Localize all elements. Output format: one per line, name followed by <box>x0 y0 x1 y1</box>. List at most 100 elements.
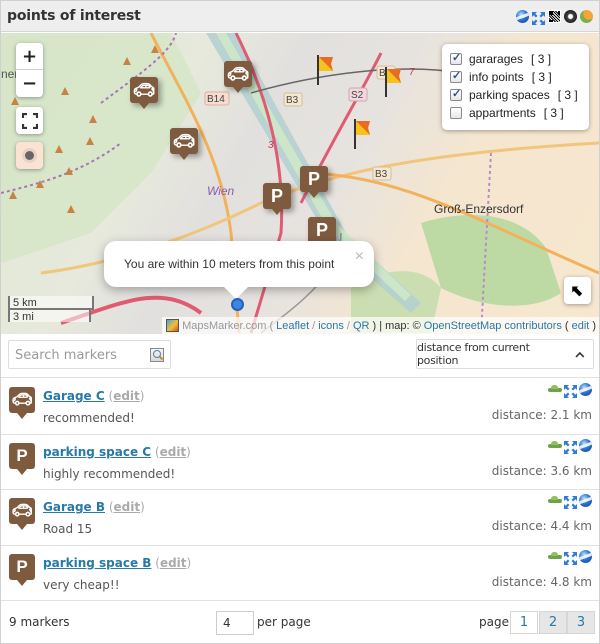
directions-icon[interactable] <box>548 551 562 561</box>
map-marker-garage[interactable]: 🚗︎ <box>170 128 198 160</box>
list-footer: 9 markers 4 per page page 1 2 3 <box>1 601 599 643</box>
layer-garages[interactable]: gararages[ 3 ] <box>450 50 581 68</box>
google-earth-icon[interactable] <box>516 9 529 23</box>
fullscreen-icon[interactable] <box>532 10 545 25</box>
marker-list: 🚗︎ Garage C (edit) recommended! distance… <box>1 379 599 601</box>
poi-widget: points of interest B14 B3 S2 B3 7 3 ner … <box>0 0 600 644</box>
fullscreen-icon[interactable] <box>564 383 577 398</box>
marker-description: recommended! <box>43 411 135 425</box>
map-marker-garage[interactable]: 🚗︎ <box>224 61 252 93</box>
google-earth-icon[interactable] <box>579 549 592 563</box>
directions-icon[interactable] <box>548 440 562 450</box>
reset-view-button[interactable]: ⬉ <box>564 277 591 304</box>
map-marker-parking[interactable]: P <box>263 183 291 215</box>
map-marker-info-flag[interactable] <box>384 67 404 97</box>
marker-name-link[interactable]: Garage C <box>43 389 105 403</box>
map-marker-garage[interactable]: 🚗︎ <box>130 77 158 109</box>
layer-parking-spaces[interactable]: parking spaces[ 3 ] <box>450 86 581 104</box>
list-item: P parking space C (edit) highly recommen… <box>1 435 599 490</box>
edit-link[interactable]: edit <box>114 500 141 514</box>
sort-label: distance from current position <box>417 341 530 367</box>
search-row: Search markers distance from current pos… <box>1 334 599 378</box>
svg-text:7: 7 <box>409 67 415 78</box>
google-earth-icon[interactable] <box>579 494 592 507</box>
icons-link[interactable]: icons <box>318 320 344 332</box>
layer-info-points[interactable]: info points[ 3 ] <box>450 68 581 86</box>
city-label: Wien <box>207 184 235 198</box>
page-label: page <box>479 615 509 629</box>
locate-button[interactable] <box>16 142 43 169</box>
map-marker-parking[interactable]: P <box>300 166 328 198</box>
mapsmarker-logo-icon <box>166 319 180 332</box>
layer-appartments[interactable]: appartments[ 3 ] <box>450 104 581 122</box>
fullscreen-icon[interactable] <box>564 494 577 509</box>
marker-description: highly recommended! <box>43 466 176 481</box>
qr-link[interactable]: QR <box>353 320 370 332</box>
search-icon[interactable] <box>150 348 164 362</box>
parking-marker-icon: P <box>9 442 35 475</box>
map-marker-info-flag[interactable] <box>316 55 336 85</box>
layer-checkbox[interactable] <box>450 107 462 119</box>
town-label: Groß-Enzersdorf <box>434 202 524 216</box>
page-button-1[interactable]: 1 <box>510 611 538 634</box>
layer-checkbox[interactable] <box>450 87 462 101</box>
marker-name-link[interactable]: parking space C <box>43 445 151 459</box>
page-button-3[interactable]: 3 <box>567 611 595 634</box>
car-icon: 🚗︎ <box>172 130 196 151</box>
leaflet-link[interactable]: Leaflet <box>276 320 309 332</box>
map[interactable]: B14 B3 B8 S2 B3 7 3 ner Wien Groß-Enzers… <box>1 33 599 334</box>
current-location-dot[interactable] <box>231 298 244 311</box>
svg-text:S2: S2 <box>351 90 364 101</box>
sort-select[interactable]: distance from current position <box>416 339 594 369</box>
mapsmarker-link[interactable]: MapsMarker.com <box>182 320 266 332</box>
map-marker-info-flag[interactable] <box>353 119 373 149</box>
edit-link[interactable]: edit <box>160 556 187 570</box>
title-bar: points of interest <box>1 1 599 32</box>
fullscreen-icon[interactable] <box>564 550 577 565</box>
marker-name-link[interactable]: Garage B <box>43 500 105 514</box>
marker-description: Road 15 <box>43 522 93 536</box>
zoom-out-button[interactable]: − <box>16 70 43 97</box>
wikitude-icon[interactable] <box>564 9 577 23</box>
locate-icon <box>25 151 34 160</box>
rss-icon[interactable] <box>580 9 593 23</box>
marker-name-link[interactable]: parking space B <box>43 556 151 570</box>
zoom-control: + − <box>16 43 43 97</box>
fullscreen-icon[interactable] <box>564 439 577 454</box>
layer-checkbox[interactable] <box>450 51 462 65</box>
fullscreen-icon <box>21 112 38 129</box>
osm-edit-link[interactable]: edit <box>572 320 590 332</box>
edit-link[interactable]: edit <box>113 389 140 403</box>
road-label: B14 <box>207 94 225 105</box>
osm-link[interactable]: OpenStreetMap contributors <box>424 320 562 332</box>
per-page-input[interactable]: 4 <box>216 611 254 635</box>
marker-description: very cheap!! <box>43 577 120 592</box>
list-item: 🚗︎ Garage B (edit) Road 15 distance: 4.4… <box>1 490 599 546</box>
google-earth-icon[interactable] <box>579 438 592 452</box>
map-marker-parking[interactable]: P <box>308 217 336 249</box>
popup-text: You are within 10 meters from this point <box>124 257 335 271</box>
svg-text:3: 3 <box>268 140 274 151</box>
widget-title: points of interest <box>7 8 141 24</box>
garage-marker-icon: 🚗︎ <box>9 498 35 530</box>
page-button-2[interactable]: 2 <box>539 611 567 634</box>
marker-distance: distance: 3.6 km <box>491 463 592 478</box>
layer-checkbox[interactable] <box>450 69 462 83</box>
edit-link[interactable]: edit <box>160 445 187 459</box>
qr-code-icon[interactable] <box>548 9 561 23</box>
directions-icon[interactable] <box>548 385 562 394</box>
scale-mi: 3 mi <box>8 308 91 323</box>
location-popup: You are within 10 meters from this point… <box>104 241 374 299</box>
zoom-in-button[interactable]: + <box>16 43 43 70</box>
svg-text:B3: B3 <box>375 169 388 180</box>
marker-distance: distance: 2.1 km <box>491 408 592 422</box>
marker-distance: distance: 4.4 km <box>491 519 592 533</box>
garage-marker-icon: 🚗︎ <box>9 387 35 419</box>
map-fullscreen-button[interactable] <box>16 107 43 134</box>
google-earth-icon[interactable] <box>579 383 592 396</box>
layer-control: gararages[ 3 ] info points[ 3 ] parking … <box>442 44 589 130</box>
directions-icon[interactable] <box>548 496 562 505</box>
per-page-label: per page <box>257 615 311 629</box>
search-input[interactable]: Search markers <box>8 340 171 369</box>
popup-close-button[interactable]: × <box>355 248 364 266</box>
